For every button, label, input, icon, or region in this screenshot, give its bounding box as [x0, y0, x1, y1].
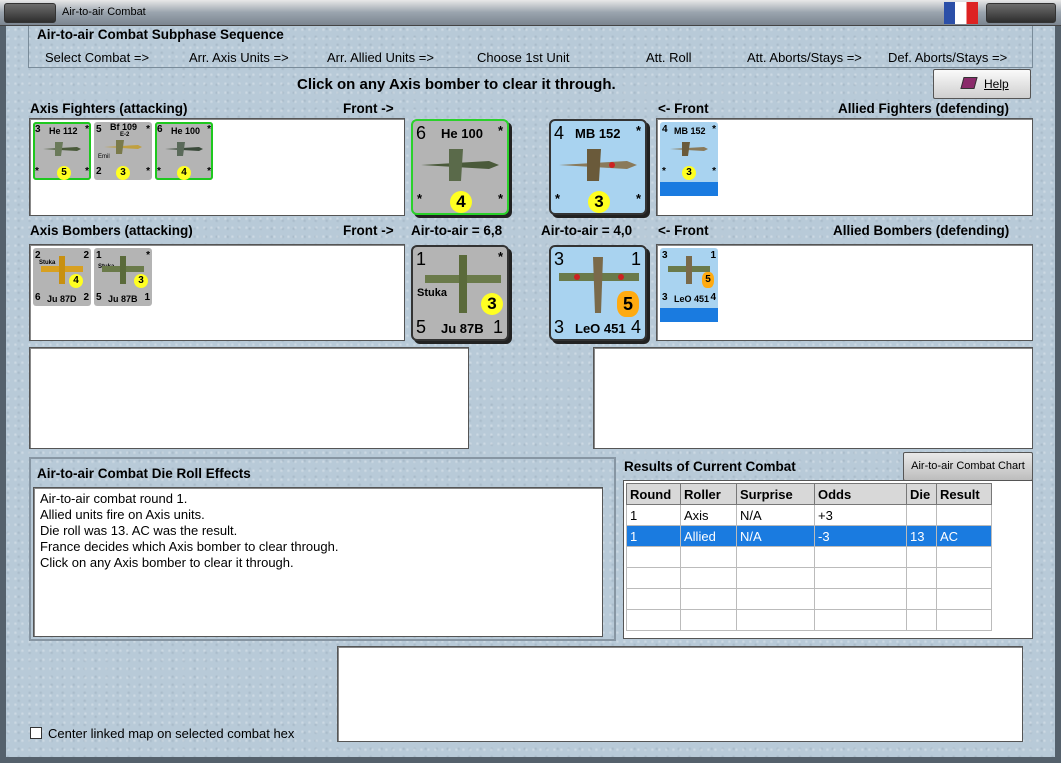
selected-allied-bomber-card[interactable]: 3 1 5 3 LeO 451 4: [549, 245, 647, 341]
results-table-container: Round Roller Surprise Odds Die Result 1A…: [623, 480, 1033, 639]
step-choose-unit: Choose 1st Unit: [477, 50, 570, 65]
effects-text: Air-to-air combat round 1. Allied units …: [33, 487, 603, 637]
window-title: Air-to-air Combat: [62, 6, 146, 18]
axis-bomber-counter-ju87d[interactable]: 2 2 Stuka 4 6 Ju 87D 2: [33, 248, 91, 306]
axis-fighter-counter-bf109[interactable]: 5 Bf 109 E-2 * Emil 2 3 *: [94, 122, 152, 180]
window-close-button[interactable]: [986, 3, 1056, 23]
step-att-aborts: Att. Aborts/Stays =>: [747, 50, 862, 65]
allied-bomber-front-label: <- Front: [658, 223, 709, 238]
table-row: [626, 567, 992, 589]
results-table: Round Roller Surprise Odds Die Result 1A…: [626, 483, 992, 631]
step-arr-allied: Arr. Allied Units =>: [327, 50, 434, 65]
book-icon: [960, 77, 978, 89]
axis-fighter-counter-he100[interactable]: 6 He 100 * * 4 *: [155, 122, 213, 180]
step-def-aborts: Def. Aborts/Stays =>: [888, 50, 1008, 65]
selected-allied-fighter-card[interactable]: 4 MB 152 * * 3 *: [549, 119, 647, 215]
selected-axis-fighter-card[interactable]: 6 He 100 * * 4 *: [411, 119, 509, 215]
allied-fighters-panel[interactable]: 4 MB 152 * * 3 *: [656, 118, 1033, 216]
axis-bomber-front-label: Front ->: [343, 223, 394, 238]
table-row: [626, 609, 992, 631]
step-att-roll: Att. Roll: [646, 50, 692, 65]
table-row[interactable]: 1 Allied N/A -3 13 AC: [626, 525, 992, 547]
title-bar: Air-to-air Combat: [0, 0, 1061, 26]
allied-bombers-panel[interactable]: 3 1 5 3 LeO 451 4: [656, 244, 1033, 341]
effects-title: Air-to-air Combat Die Roll Effects: [37, 466, 251, 481]
selected-axis-bomber-card[interactable]: 1 * Stuka 3 5 Ju 87B 1: [411, 245, 509, 341]
air-combat-chart-button[interactable]: Air-to-air Combat Chart: [903, 452, 1033, 481]
sequence-title: Air-to-air Combat Subphase Sequence: [37, 27, 284, 42]
fighter-plane-icon: [43, 142, 81, 156]
fighter-plane-icon: [104, 140, 142, 154]
help-button[interactable]: Help: [933, 69, 1031, 99]
axis-bombers-panel[interactable]: 2 2 Stuka 4 6 Ju 87D 2 1 * Stuka 3 5 Ju …: [29, 244, 405, 341]
axis-fighter-counter-he112[interactable]: 3 He 112 * * 5 *: [33, 122, 91, 180]
axis-bomber-counter-ju87b[interactable]: 1 * Stuka 3 5 Ju 87B 1: [94, 248, 152, 306]
die-roll-effects-section: Air-to-air Combat Die Roll Effects Air-t…: [29, 457, 616, 641]
subphase-sequence: Air-to-air Combat Subphase Sequence Sele…: [28, 26, 1033, 68]
step-select-combat: Select Combat =>: [45, 50, 150, 65]
allied-air-to-air-value: Air-to-air = 4,0: [541, 223, 633, 238]
results-title: Results of Current Combat: [624, 459, 796, 474]
selected-bar: [660, 308, 718, 322]
selected-bar: [660, 182, 718, 196]
allied-fighter-counter-mb152[interactable]: 4 MB 152 * * 3 *: [660, 122, 718, 196]
fighter-plane-icon: [559, 149, 637, 181]
allied-bomber-counter-leo451[interactable]: 3 1 5 3 LeO 451 4: [660, 248, 718, 322]
fighter-plane-icon: [670, 142, 708, 156]
allied-other-units-panel[interactable]: [593, 347, 1033, 449]
table-row: [626, 588, 992, 610]
center-map-checkbox-label: Center linked map on selected combat hex: [48, 726, 295, 741]
axis-fighters-header: Axis Fighters (attacking): [30, 101, 188, 116]
table-row[interactable]: 1 Axis N/A +3: [626, 504, 992, 526]
table-row: [626, 546, 992, 568]
window-menu-button[interactable]: [4, 3, 56, 23]
axis-front-label: Front ->: [343, 101, 394, 116]
message-panel: [337, 646, 1023, 742]
fighter-plane-icon: [421, 149, 499, 181]
axis-air-to-air-value: Air-to-air = 6,8: [411, 223, 503, 238]
step-arr-axis: Arr. Axis Units =>: [189, 50, 289, 65]
axis-other-units-panel[interactable]: [29, 347, 469, 449]
france-flag-icon: [944, 2, 978, 24]
axis-bombers-header: Axis Bombers (attacking): [30, 223, 193, 238]
center-map-checkbox[interactable]: [30, 727, 42, 739]
allied-front-label: <- Front: [658, 101, 709, 116]
allied-bombers-header: Allied Bombers (defending): [833, 223, 1010, 238]
instruction-text: Click on any Axis bomber to clear it thr…: [297, 76, 616, 93]
axis-fighters-panel[interactable]: 3 He 112 * * 5 * 5 Bf 109 E-2 * Emil 2 3…: [29, 118, 405, 216]
allied-fighters-header: Allied Fighters (defending): [838, 101, 1009, 116]
fighter-plane-icon: [165, 142, 203, 156]
